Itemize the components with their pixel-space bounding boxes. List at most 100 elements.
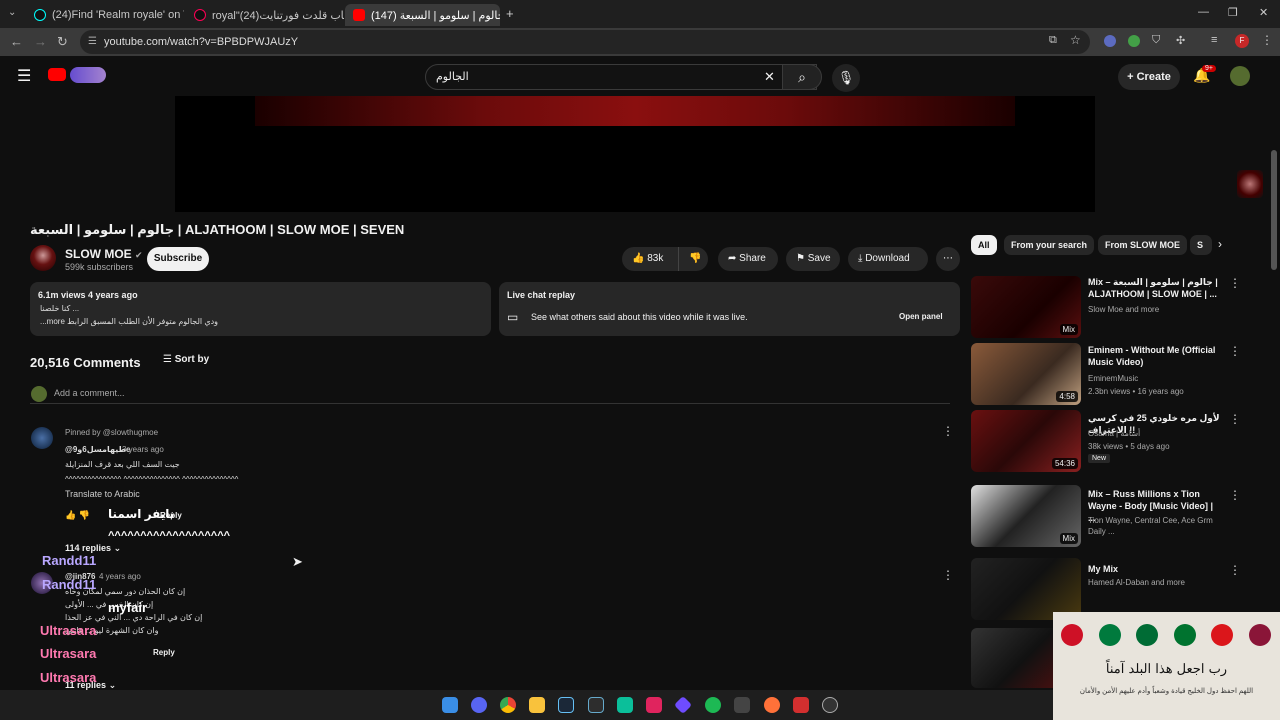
firefox-icon[interactable]: [764, 697, 780, 713]
search-button[interactable]: ⌕: [782, 64, 822, 90]
tab-list-icon[interactable]: ⌄: [8, 7, 16, 18]
video-thumbnail[interactable]: Mix: [971, 276, 1081, 338]
video-title[interactable]: My Mix: [1088, 563, 1223, 575]
like-button[interactable]: 👍 83k: [622, 247, 678, 271]
app-icon[interactable]: [646, 697, 662, 713]
dislike-button[interactable]: 👎: [678, 247, 708, 271]
bookmark-star-icon[interactable]: ☆: [1070, 33, 1081, 47]
video-title[interactable]: Eminem - Without Me (Official Music Vide…: [1088, 344, 1223, 368]
profile-avatar[interactable]: F: [1235, 34, 1249, 48]
install-icon[interactable]: ⧉: [1049, 34, 1057, 47]
commenter-avatar[interactable]: [31, 427, 53, 449]
sort-comments-button[interactable]: ☰ Sort by: [163, 354, 209, 365]
video-menu-icon[interactable]: ⋮: [1229, 488, 1241, 502]
duration-badge: 54:36: [1051, 458, 1078, 469]
comment-like-icons[interactable]: 👍 👎: [65, 510, 90, 521]
comment-time[interactable]: 3 years ago: [122, 445, 164, 454]
maximize-icon[interactable]: ❐: [1228, 6, 1238, 19]
video-menu-icon[interactable]: ⋮: [1229, 344, 1241, 358]
minimize-icon[interactable]: —: [1198, 6, 1209, 18]
download-button[interactable]: ⤓ Download: [848, 247, 928, 271]
notification-count-badge: 9+: [1202, 65, 1216, 72]
mix-badge: Mix: [1059, 324, 1078, 335]
voice-search-button[interactable]: 🎙: [832, 64, 860, 92]
create-button[interactable]: + Create: [1118, 64, 1180, 90]
description-more[interactable]: ...more ودي الجالوم متوفر الأن الطلب الم…: [40, 317, 218, 326]
media-control-icon[interactable]: ≡: [1211, 34, 1217, 46]
microphone-icon: 🎙: [837, 70, 855, 85]
video-thumbnail[interactable]: [971, 558, 1081, 620]
app-icon[interactable]: [734, 697, 750, 713]
xbox-icon[interactable]: [588, 697, 604, 713]
extension-icon[interactable]: [1104, 35, 1116, 47]
comment-time[interactable]: 4 years ago: [99, 572, 141, 581]
video-menu-icon[interactable]: ⋮: [1229, 276, 1241, 290]
shield-icon[interactable]: ⛉: [1152, 34, 1160, 47]
video-title[interactable]: Mix – جالوم | سلومو | السبعة | ALJATHOOM…: [1088, 276, 1223, 300]
app-icon[interactable]: [822, 697, 838, 713]
more-horizontal-icon: ⋯: [943, 253, 953, 264]
floating-thumbnail[interactable]: [1237, 170, 1263, 198]
back-icon[interactable]: ←: [10, 34, 23, 49]
channel-name[interactable]: SLOW MOE ✔: [65, 247, 143, 261]
mix-badge: Mix: [1059, 533, 1078, 544]
app-icon[interactable]: [617, 697, 633, 713]
open-panel-button[interactable]: Open panel: [899, 312, 943, 321]
chip-from-your-search[interactable]: From your search: [1004, 235, 1095, 255]
puzzle-icon[interactable]: ✣: [1176, 34, 1185, 47]
discord-icon[interactable]: [471, 697, 487, 713]
tab-youtube[interactable]: (147) جالوم | سلومو | السبعة ✕: [345, 4, 500, 26]
account-avatar[interactable]: [1230, 66, 1250, 86]
comment-menu-icon[interactable]: ⋮: [942, 568, 954, 582]
hamburger-menu-icon[interactable]: ☰: [17, 66, 31, 86]
video-thumbnail[interactable]: 4:58: [971, 343, 1081, 405]
new-tab-icon[interactable]: +: [506, 6, 514, 21]
add-comment-row[interactable]: Add a comment...: [30, 386, 950, 404]
file-explorer-icon[interactable]: [529, 697, 545, 713]
chip-all[interactable]: All: [971, 235, 997, 255]
save-button[interactable]: ⚑ Save: [786, 247, 840, 271]
video-player[interactable]: [175, 96, 1095, 212]
comment-author[interactable]: @طيهامسل6و9e: [65, 445, 130, 454]
chevron-right-icon[interactable]: ›: [1218, 237, 1222, 251]
more-actions-button[interactable]: ⋯: [936, 247, 960, 271]
extension-icon[interactable]: [1128, 35, 1140, 47]
description-box[interactable]: 6.1m views 4 years ago كنا خلصنا ... ...…: [30, 282, 491, 336]
video-menu-icon[interactable]: ⋮: [1229, 412, 1241, 426]
chip-more[interactable]: S: [1190, 235, 1212, 255]
search-input[interactable]: الجالوم: [425, 64, 817, 90]
video-thumbnail[interactable]: 54:36: [971, 410, 1081, 472]
video-thumbnail[interactable]: Mix: [971, 485, 1081, 547]
comment-menu-icon[interactable]: ⋮: [942, 424, 954, 438]
translate-link[interactable]: Translate to Arabic: [65, 489, 140, 499]
clear-search-icon[interactable]: ✕: [764, 69, 775, 85]
tab-tiktok-2[interactable]: royal"العاب قلدت فورتنايت(24) ✕: [186, 4, 344, 26]
chrome-icon[interactable]: [500, 697, 516, 713]
subscribe-button[interactable]: Subscribe: [147, 247, 209, 271]
add-comment-input[interactable]: Add a comment...: [54, 388, 125, 398]
site-info-icon[interactable]: ☰: [88, 30, 97, 54]
close-window-icon[interactable]: ✕: [1259, 6, 1268, 19]
reply-button[interactable]: Reply: [153, 648, 175, 657]
doodle-logo[interactable]: [70, 67, 106, 83]
video-stats: 38k views • 5 days ago: [1088, 442, 1170, 451]
forward-icon[interactable]: →: [34, 34, 47, 49]
chip-from-channel[interactable]: From SLOW MOE: [1098, 235, 1187, 255]
video-menu-icon[interactable]: ⋮: [1229, 563, 1241, 577]
url-field[interactable]: ☰ youtube.com/watch?v=BPBDPWJAUzY: [80, 30, 1090, 54]
share-button[interactable]: ➦ Share: [718, 247, 778, 271]
windows-start-icon[interactable]: [442, 697, 458, 713]
save-label: Save: [807, 253, 831, 264]
page-scrollbar[interactable]: [1271, 150, 1277, 270]
browser-menu-icon[interactable]: ⋮: [1261, 33, 1273, 47]
spotify-icon[interactable]: [705, 697, 721, 713]
youtube-logo[interactable]: [48, 68, 66, 81]
chat-bubble-icon: ▭: [507, 310, 519, 324]
steam-icon[interactable]: [558, 697, 574, 713]
bookmark-icon: ⚑: [796, 253, 808, 264]
reload-icon[interactable]: ↻: [57, 34, 68, 50]
app-icon[interactable]: [793, 697, 809, 713]
app-icon[interactable]: [673, 695, 693, 715]
tab-tiktok-1[interactable]: (24)Find 'Realm royale' on TikTo ✕: [26, 4, 184, 26]
channel-avatar[interactable]: [30, 245, 56, 271]
